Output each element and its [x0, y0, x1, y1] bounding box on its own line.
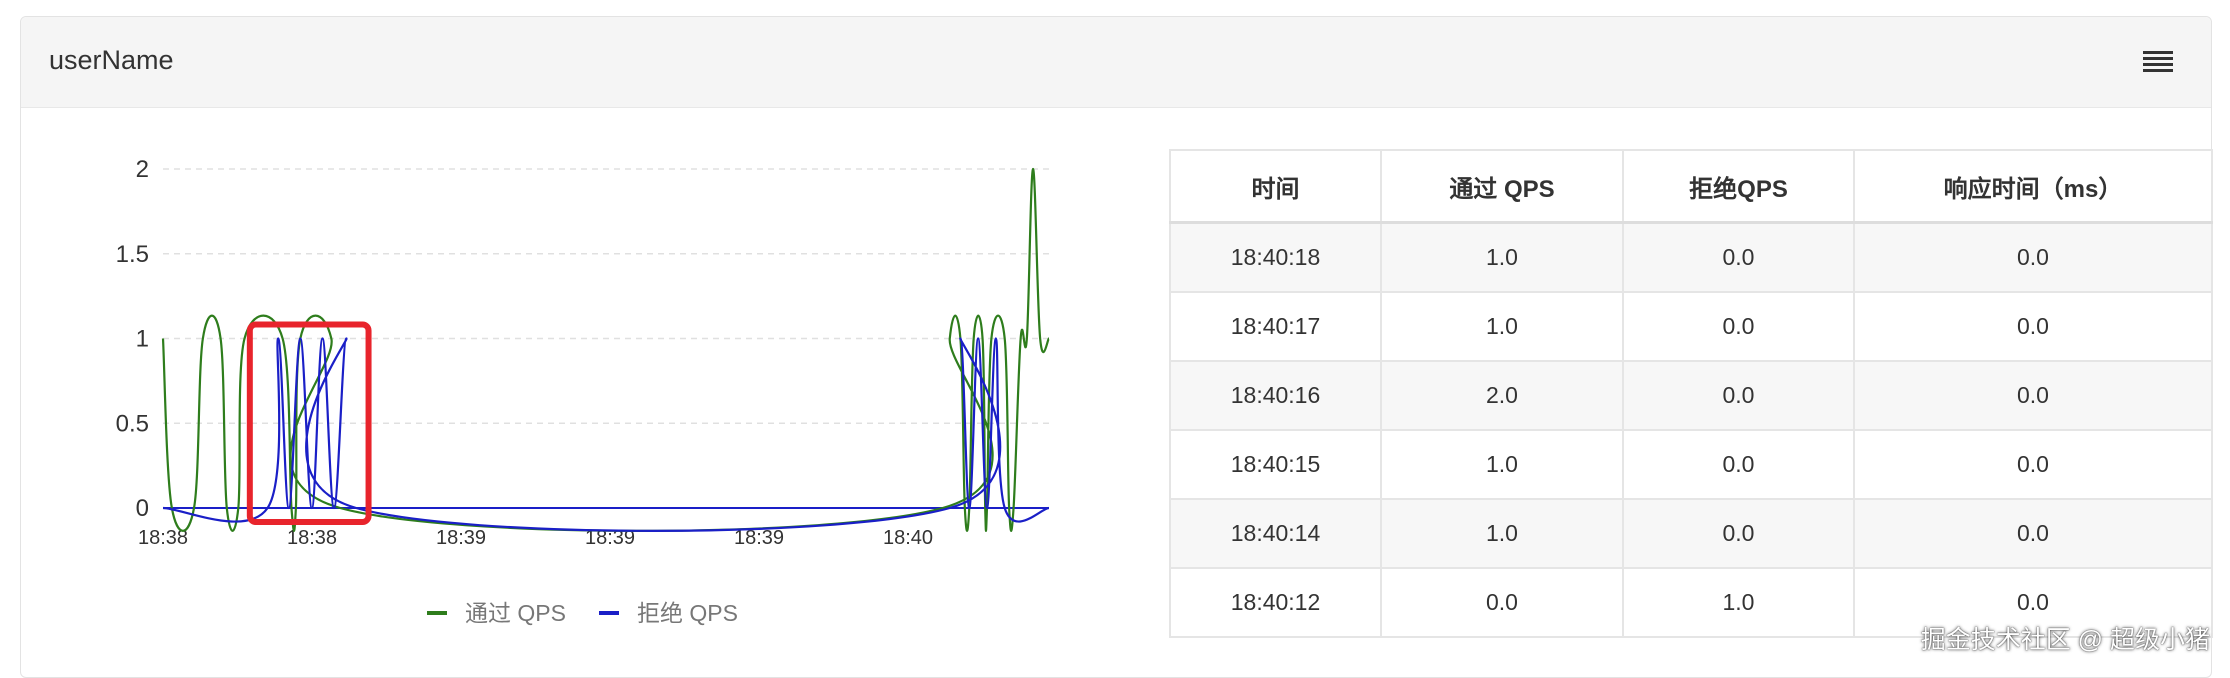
cell-pass-qps: 1.0	[1380, 498, 1624, 569]
col-header-block-qps: 拒绝QPS	[1622, 149, 1855, 224]
cell-time: 18:40:16	[1169, 360, 1382, 431]
table-row: 18:40:17 1.0 0.0 0.0	[1169, 291, 2213, 362]
qps-table: 时间 通过 QPS 拒绝QPS 响应时间（ms） 18:40:18 1.0 0.…	[1169, 149, 2213, 638]
table-header-row: 时间 通过 QPS 拒绝QPS 响应时间（ms）	[1169, 149, 2213, 224]
cell-block-qps: 1.0	[1622, 567, 1855, 638]
cell-block-qps: 0.0	[1622, 221, 1855, 293]
cell-pass-qps: 1.0	[1380, 221, 1624, 293]
y-tick-label: 2	[136, 156, 149, 183]
cell-block-qps: 0.0	[1622, 498, 1855, 569]
table-row: 18:40:15 1.0 0.0 0.0	[1169, 429, 2213, 500]
legend-label-pass-qps[interactable]: 通过 QPS	[465, 600, 566, 626]
cell-block-qps: 0.0	[1622, 360, 1855, 431]
y-tick-label: 0.5	[116, 410, 149, 437]
series-line-pass-qps	[161, 167, 1051, 532]
cell-response-time: 0.0	[1853, 360, 2213, 431]
col-header-pass-qps: 通过 QPS	[1380, 149, 1624, 224]
list-menu-icon[interactable]	[2143, 51, 2173, 75]
col-header-response-time: 响应时间（ms）	[1853, 149, 2213, 224]
chart-legend: 通过 QPS 拒绝 QPS	[427, 600, 738, 626]
legend-label-block-qps[interactable]: 拒绝 QPS	[637, 600, 738, 626]
cell-block-qps: 0.0	[1622, 291, 1855, 362]
col-header-time: 时间	[1169, 149, 1382, 224]
cell-pass-qps: 0.0	[1380, 567, 1624, 638]
table-row: 18:40:18 1.0 0.0 0.0	[1169, 221, 2213, 293]
chart-series	[161, 167, 1051, 532]
cell-response-time: 0.0	[1853, 221, 2213, 293]
cell-time: 18:40:17	[1169, 291, 1382, 362]
metrics-panel: userName 0 0.5 1 1.5 2 18:38 18:38 18:39 18:39 1…	[20, 16, 2213, 678]
cell-pass-qps: 1.0	[1380, 291, 1624, 362]
x-tick-label: 18:40	[883, 527, 933, 549]
cell-pass-qps: 1.0	[1380, 429, 1624, 500]
cell-block-qps: 0.0	[1622, 429, 1855, 500]
y-tick-label: 1	[136, 326, 149, 353]
table-row: 18:40:16 2.0 0.0 0.0	[1169, 360, 2213, 431]
cell-time: 18:40:14	[1169, 498, 1382, 569]
qps-line-chart: 00.511.52 18:38 18:38 18:39 18:39 18:39 18:40…	[116, 156, 1051, 626]
watermark: 掘金技术社区 @ 超级小猪	[1920, 626, 2210, 654]
cell-time: 18:40:12	[1169, 567, 1382, 638]
cell-response-time: 0.0	[1853, 429, 2213, 500]
table-row: 18:40:14 1.0 0.0 0.0	[1169, 498, 2213, 569]
cell-time: 18:40:15	[1169, 429, 1382, 500]
cell-response-time: 0.0	[1853, 291, 2213, 362]
cell-pass-qps: 2.0	[1380, 360, 1624, 431]
y-axis-ticks: 0 0.5 1 1.5 2	[116, 156, 149, 522]
y-tick-label: 0	[136, 495, 149, 522]
cell-response-time: 0.0	[1853, 498, 2213, 569]
cell-time: 18:40:18	[1169, 221, 1382, 293]
x-axis-ticks: 18:38 18:38 18:39 18:39 18:39 18:40	[138, 527, 933, 549]
x-tick-label: 18:39	[436, 527, 486, 549]
y-tick-label: 1.5	[116, 241, 149, 268]
